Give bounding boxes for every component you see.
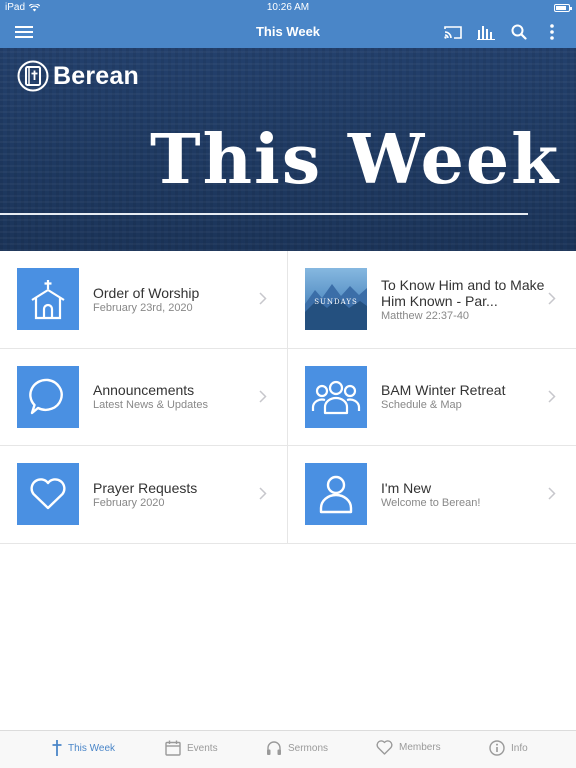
thumbnail-label: SUNDAYS	[314, 298, 358, 306]
audio-button[interactable]	[474, 20, 498, 44]
item-subtitle: Schedule & Map	[381, 399, 462, 412]
tab-label: Members	[399, 742, 441, 753]
tab-label: This Week	[68, 742, 116, 754]
item-prayer-requests[interactable]: Prayer Requests February 2020	[0, 446, 288, 543]
church-icon	[31, 280, 65, 320]
chevron-right-icon	[259, 292, 267, 305]
item-title: BAM Winter Retreat	[381, 382, 506, 399]
headphones-icon	[267, 741, 281, 755]
item-subtitle: Latest News & Updates	[93, 399, 208, 412]
tile-prayer-requests	[17, 463, 79, 525]
item-title: Announcements	[93, 382, 195, 399]
item-sermon[interactable]: SUNDAYS To Know Him and to Make Him Know…	[288, 251, 576, 348]
cast-button[interactable]	[441, 20, 465, 44]
tab-info[interactable]: Info	[489, 740, 528, 756]
group-icon	[311, 380, 361, 414]
tab-this-week[interactable]: This Week	[52, 740, 115, 756]
item-subtitle: February 23rd, 2020	[93, 301, 193, 314]
tile-bam-winter-retreat	[305, 365, 367, 428]
item-title: I'm New	[381, 479, 432, 496]
heart-icon	[376, 740, 393, 755]
bible-logo-icon	[17, 60, 49, 92]
item-text: To Know Him and to Make Him Known - Par.…	[381, 277, 546, 322]
item-title: Prayer Requests	[93, 479, 198, 496]
item-subtitle: February 2020	[93, 496, 165, 509]
tab-bar: This Week Events Sermons Members Info	[0, 730, 576, 768]
chevron-right-icon	[259, 389, 267, 403]
chevron-right-icon	[548, 487, 556, 500]
heart-icon	[30, 478, 66, 510]
search-button[interactable]	[507, 20, 531, 44]
tab-members[interactable]: Members	[376, 740, 441, 755]
item-text: Order of Worship February 23rd, 2020	[93, 285, 257, 314]
battery-icon	[554, 4, 572, 12]
item-subtitle: Welcome to Berean!	[381, 496, 481, 509]
item-text: Announcements Latest News & Updates	[93, 382, 257, 411]
tile-im-new	[305, 463, 367, 525]
banner-divider	[0, 213, 528, 215]
tile-announcements	[17, 365, 79, 428]
cast-icon	[444, 25, 462, 39]
tile-order-of-worship	[17, 268, 79, 330]
tab-label: Events	[187, 742, 218, 754]
nav-bar: This Week	[0, 16, 576, 48]
item-title: Order of Worship	[93, 284, 200, 301]
more-vertical-icon	[550, 24, 554, 40]
item-title: To Know Him and to Make Him Known - Par.…	[381, 276, 545, 309]
status-bar: iPad 10:26 AM	[0, 0, 576, 16]
cross-icon	[52, 740, 62, 756]
tab-events[interactable]: Events	[165, 740, 218, 756]
tab-label: Info	[511, 742, 528, 754]
hero-banner: Berean This Week	[0, 48, 576, 251]
item-bam-winter-retreat[interactable]: BAM Winter Retreat Schedule & Map	[288, 349, 576, 446]
calendar-icon	[165, 740, 181, 756]
chevron-right-icon	[259, 487, 267, 500]
grid-row: Order of Worship February 23rd, 2020 SUN…	[0, 251, 576, 349]
sermon-thumbnail: SUNDAYS	[305, 268, 367, 330]
grid-row: Announcements Latest News & Updates BAM	[0, 348, 576, 446]
chevron-right-icon	[548, 389, 556, 403]
tab-label: Sermons	[288, 742, 329, 754]
item-text: I'm New Welcome to Berean!	[381, 480, 546, 509]
grid-row: Prayer Requests February 2020 I'm New We…	[0, 446, 576, 544]
logo-text: Berean	[53, 61, 139, 90]
item-subtitle: Matthew 22:37-40	[381, 309, 470, 322]
item-announcements[interactable]: Announcements Latest News & Updates	[0, 348, 288, 445]
chevron-right-icon	[548, 292, 556, 305]
banner-title: This Week	[150, 120, 561, 200]
equalizer-icon	[477, 25, 495, 40]
item-text: BAM Winter Retreat Schedule & Map	[381, 382, 546, 411]
more-button[interactable]	[540, 20, 564, 44]
content-grid: Order of Worship February 23rd, 2020 SUN…	[0, 251, 576, 544]
info-icon	[489, 740, 505, 756]
berean-logo: Berean	[17, 60, 139, 92]
status-time: 10:26 AM	[266, 2, 310, 13]
item-text: Prayer Requests February 2020	[93, 480, 257, 509]
search-icon	[511, 24, 527, 40]
item-order-of-worship[interactable]: Order of Worship February 23rd, 2020	[0, 251, 288, 348]
person-icon	[319, 475, 353, 514]
tab-sermons[interactable]: Sermons	[266, 740, 328, 756]
speech-bubble-icon	[29, 378, 63, 414]
item-im-new[interactable]: I'm New Welcome to Berean!	[288, 446, 576, 543]
